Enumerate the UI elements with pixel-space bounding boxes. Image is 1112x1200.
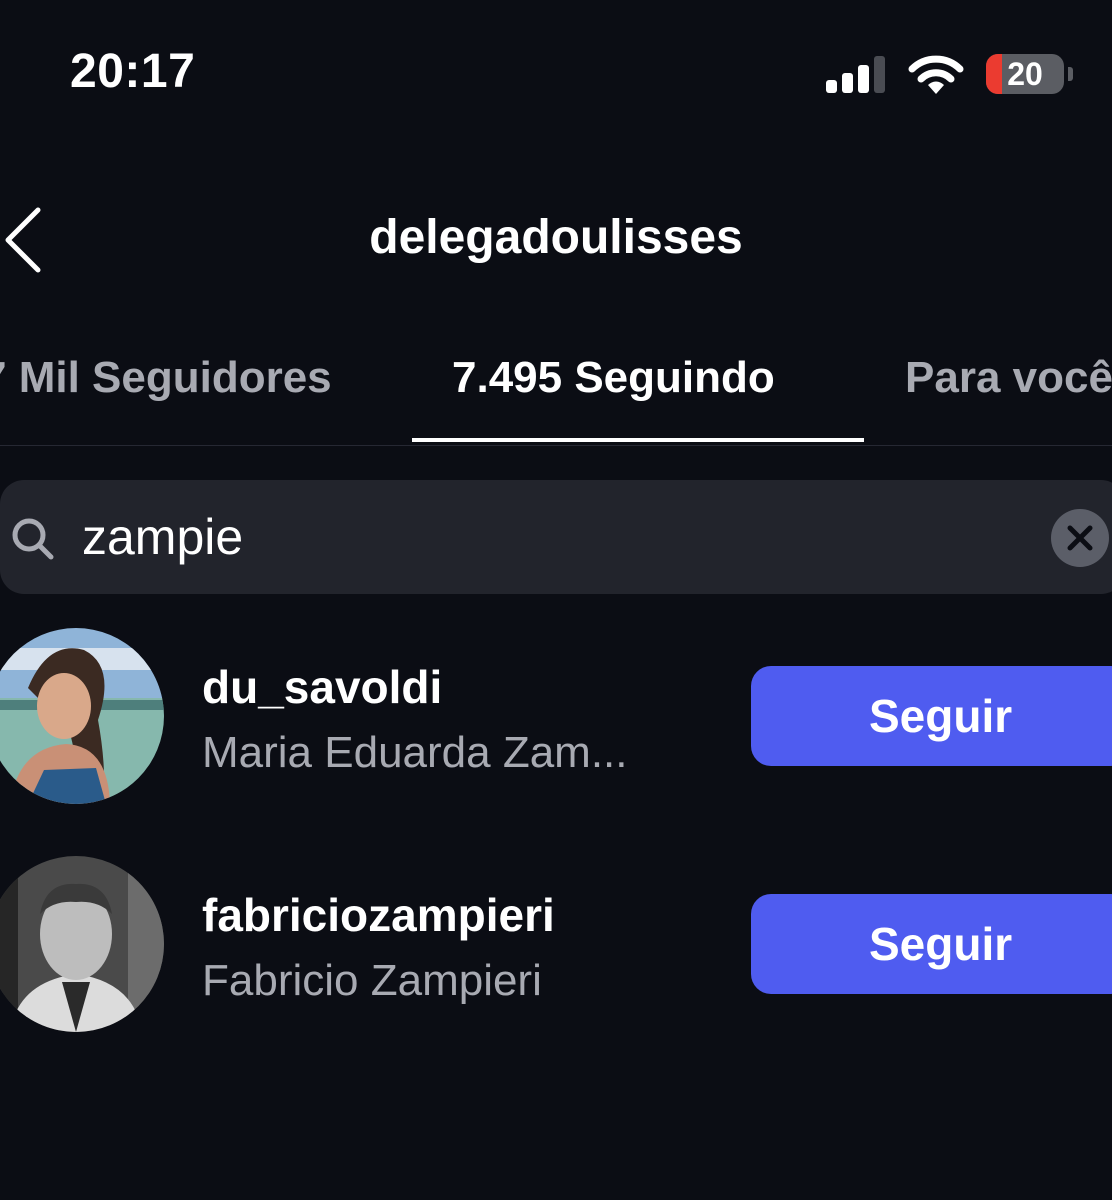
page-header: delegadoulisses bbox=[0, 180, 1112, 300]
tab-seguidores[interactable]: 7 Mil Seguidores bbox=[0, 353, 332, 403]
status-bar: 20:17 20 bbox=[0, 0, 1112, 150]
follow-button[interactable]: Seguir bbox=[751, 894, 1112, 994]
search-icon bbox=[10, 516, 56, 562]
list-item[interactable]: du_savoldi Maria Eduarda Zam... Seguir bbox=[0, 628, 1112, 808]
tab-seguindo[interactable]: 7.495 Seguindo bbox=[452, 353, 775, 403]
wifi-icon bbox=[908, 54, 964, 96]
avatar[interactable] bbox=[0, 856, 164, 1032]
follow-button[interactable]: Seguir bbox=[751, 666, 1112, 766]
page-title: delegadoulisses bbox=[369, 211, 743, 264]
battery-level: 20 bbox=[1007, 56, 1043, 92]
tab-para-voce[interactable]: Para você bbox=[905, 353, 1112, 403]
search-bar[interactable] bbox=[0, 480, 1112, 594]
username[interactable]: du_savoldi bbox=[202, 660, 442, 714]
battery-indicator: 20 bbox=[986, 54, 1066, 96]
battery-cap bbox=[1068, 67, 1073, 81]
chevron-left-icon bbox=[5, 207, 41, 273]
search-input[interactable] bbox=[82, 504, 982, 570]
battery-icon: 20 bbox=[986, 54, 1064, 94]
username[interactable]: fabriciozampieri bbox=[202, 888, 555, 942]
list-item[interactable]: fabriciozampieri Fabricio Zampieri Segui… bbox=[0, 856, 1112, 1036]
close-icon bbox=[1067, 525, 1093, 551]
full-name: Maria Eduarda Zam... bbox=[202, 728, 628, 777]
active-tab-indicator bbox=[412, 438, 864, 442]
full-name: Fabricio Zampieri bbox=[202, 956, 542, 1005]
status-time: 20:17 bbox=[70, 45, 196, 98]
avatar[interactable] bbox=[0, 628, 164, 804]
cellular-signal-icon bbox=[826, 55, 888, 93]
back-button[interactable] bbox=[0, 204, 60, 276]
clear-search-button[interactable] bbox=[1051, 509, 1109, 567]
follow-tabs: 7 Mil Seguidores 7.495 Seguindo Para voc… bbox=[0, 335, 1112, 446]
